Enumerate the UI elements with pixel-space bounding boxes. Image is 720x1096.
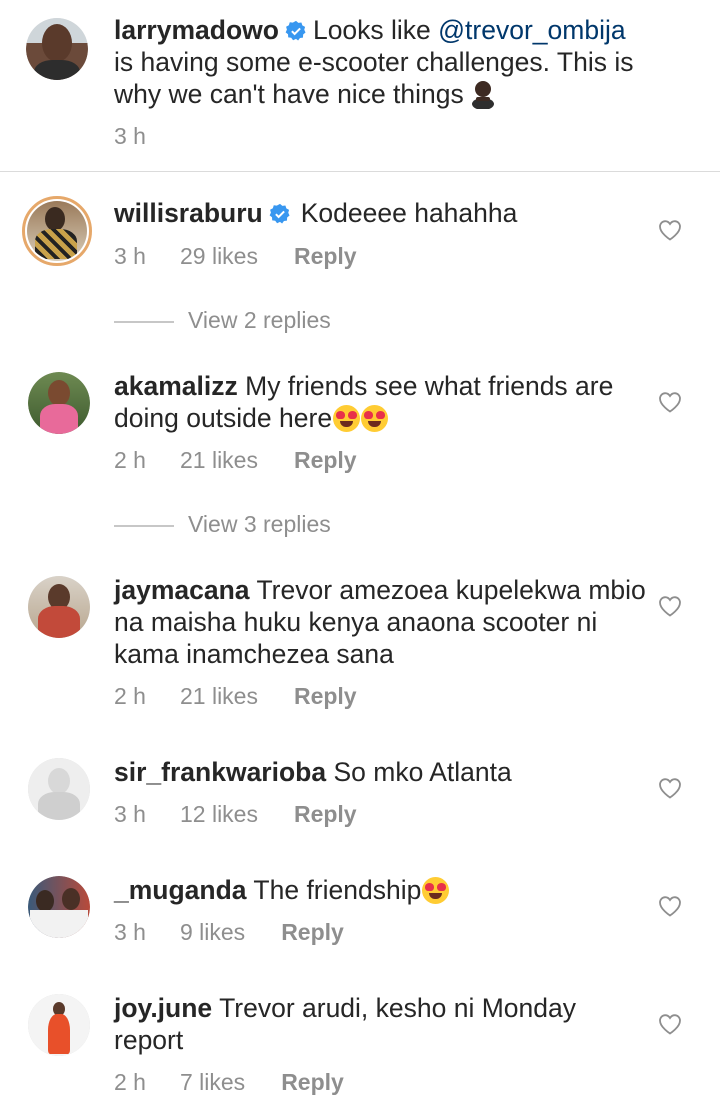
comment-time: 3 h	[114, 919, 146, 945]
avatar[interactable]	[22, 196, 92, 266]
comment-likes[interactable]: 9 likes	[180, 919, 245, 946]
reply-button[interactable]: Reply	[294, 801, 357, 828]
caption-meta: 3 h	[114, 123, 146, 150]
reply-button[interactable]: Reply	[294, 683, 357, 710]
comment-likes[interactable]: 21 likes	[180, 447, 258, 474]
comment-text: _muganda The friendship	[114, 874, 649, 906]
caption-text: larrymadowo Looks like @trevor_ombija is …	[114, 14, 649, 110]
comment-meta: 2 h 7 likes Reply	[114, 1069, 344, 1096]
avatar[interactable]	[28, 758, 90, 820]
view-replies-label: View 3 replies	[188, 511, 331, 537]
verified-badge-icon	[269, 203, 290, 224]
comment-username[interactable]: joy.june	[114, 993, 212, 1023]
avatar[interactable]	[28, 576, 90, 638]
heart-icon[interactable]	[658, 595, 682, 617]
comment-text: jaymacana Trevor amezoea kupelekwa mbio …	[114, 574, 649, 670]
comment-body: Kodeeee hahahha	[300, 198, 518, 228]
heart-icon[interactable]	[658, 777, 682, 799]
comment-username[interactable]: jaymacana	[114, 575, 250, 605]
comment-likes[interactable]: 12 likes	[180, 801, 258, 828]
reply-button[interactable]: Reply	[281, 1069, 344, 1096]
person-emoji-icon	[471, 81, 494, 109]
comment-username[interactable]: akamalizz	[114, 371, 238, 401]
comment-time: 3 h	[114, 801, 146, 827]
heart-icon[interactable]	[658, 391, 682, 413]
comment-body: The friendship	[253, 875, 422, 905]
avatar[interactable]	[28, 994, 90, 1056]
view-replies-label: View 2 replies	[188, 307, 331, 333]
heart-eyes-emoji-icon	[422, 877, 450, 904]
caption-text-before: Looks like	[312, 15, 439, 45]
reply-button[interactable]: Reply	[281, 919, 344, 946]
view-replies-line	[114, 321, 174, 323]
avatar[interactable]	[28, 876, 90, 938]
divider	[0, 171, 720, 172]
comment-meta: 3 h 12 likes Reply	[114, 801, 357, 828]
comment-time: 3 h	[114, 243, 146, 269]
comment-meta: 2 h 21 likes Reply	[114, 447, 357, 474]
comment-time: 2 h	[114, 1069, 146, 1095]
caption-text-after: is having some e-scooter challenges. Thi…	[114, 47, 634, 109]
comment-text: akamalizz My friends see what friends ar…	[114, 370, 649, 434]
comment-text: willisraburu Kodeeee hahahha	[114, 197, 649, 229]
view-replies-button[interactable]: View 2 replies	[114, 307, 331, 334]
heart-eyes-emoji-icon	[333, 405, 361, 432]
caption-username[interactable]: larrymadowo	[114, 15, 279, 45]
comment-meta: 3 h 29 likes Reply	[114, 243, 357, 270]
heart-icon[interactable]	[658, 1013, 682, 1035]
comment-text: sir_frankwarioba So mko Atlanta	[114, 756, 649, 788]
comment-username[interactable]: sir_frankwarioba	[114, 757, 326, 787]
view-replies-button[interactable]: View 3 replies	[114, 511, 331, 538]
heart-icon[interactable]	[658, 219, 682, 241]
comment-likes[interactable]: 29 likes	[180, 243, 258, 270]
verified-badge-icon	[285, 20, 306, 41]
heart-eyes-emoji-icon	[361, 405, 389, 432]
avatar[interactable]	[26, 18, 88, 80]
comment-text: joy.june Trevor arudi, kesho ni Monday r…	[114, 992, 649, 1056]
comment-username[interactable]: _muganda	[114, 875, 247, 905]
comment-likes[interactable]: 21 likes	[180, 683, 258, 710]
view-replies-line	[114, 525, 174, 527]
comment-time: 2 h	[114, 683, 146, 709]
reply-button[interactable]: Reply	[294, 447, 357, 474]
reply-button[interactable]: Reply	[294, 243, 357, 270]
comment-meta: 3 h 9 likes Reply	[114, 919, 344, 946]
caption-time: 3 h	[114, 123, 146, 149]
caption-mention[interactable]: @trevor_ombija	[438, 15, 625, 45]
comment-username[interactable]: willisraburu	[114, 198, 263, 228]
comment-body: So mko Atlanta	[333, 757, 512, 787]
comment-meta: 2 h 21 likes Reply	[114, 683, 357, 710]
comment-likes[interactable]: 7 likes	[180, 1069, 245, 1096]
heart-icon[interactable]	[658, 895, 682, 917]
avatar[interactable]	[28, 372, 90, 434]
comment-time: 2 h	[114, 447, 146, 473]
